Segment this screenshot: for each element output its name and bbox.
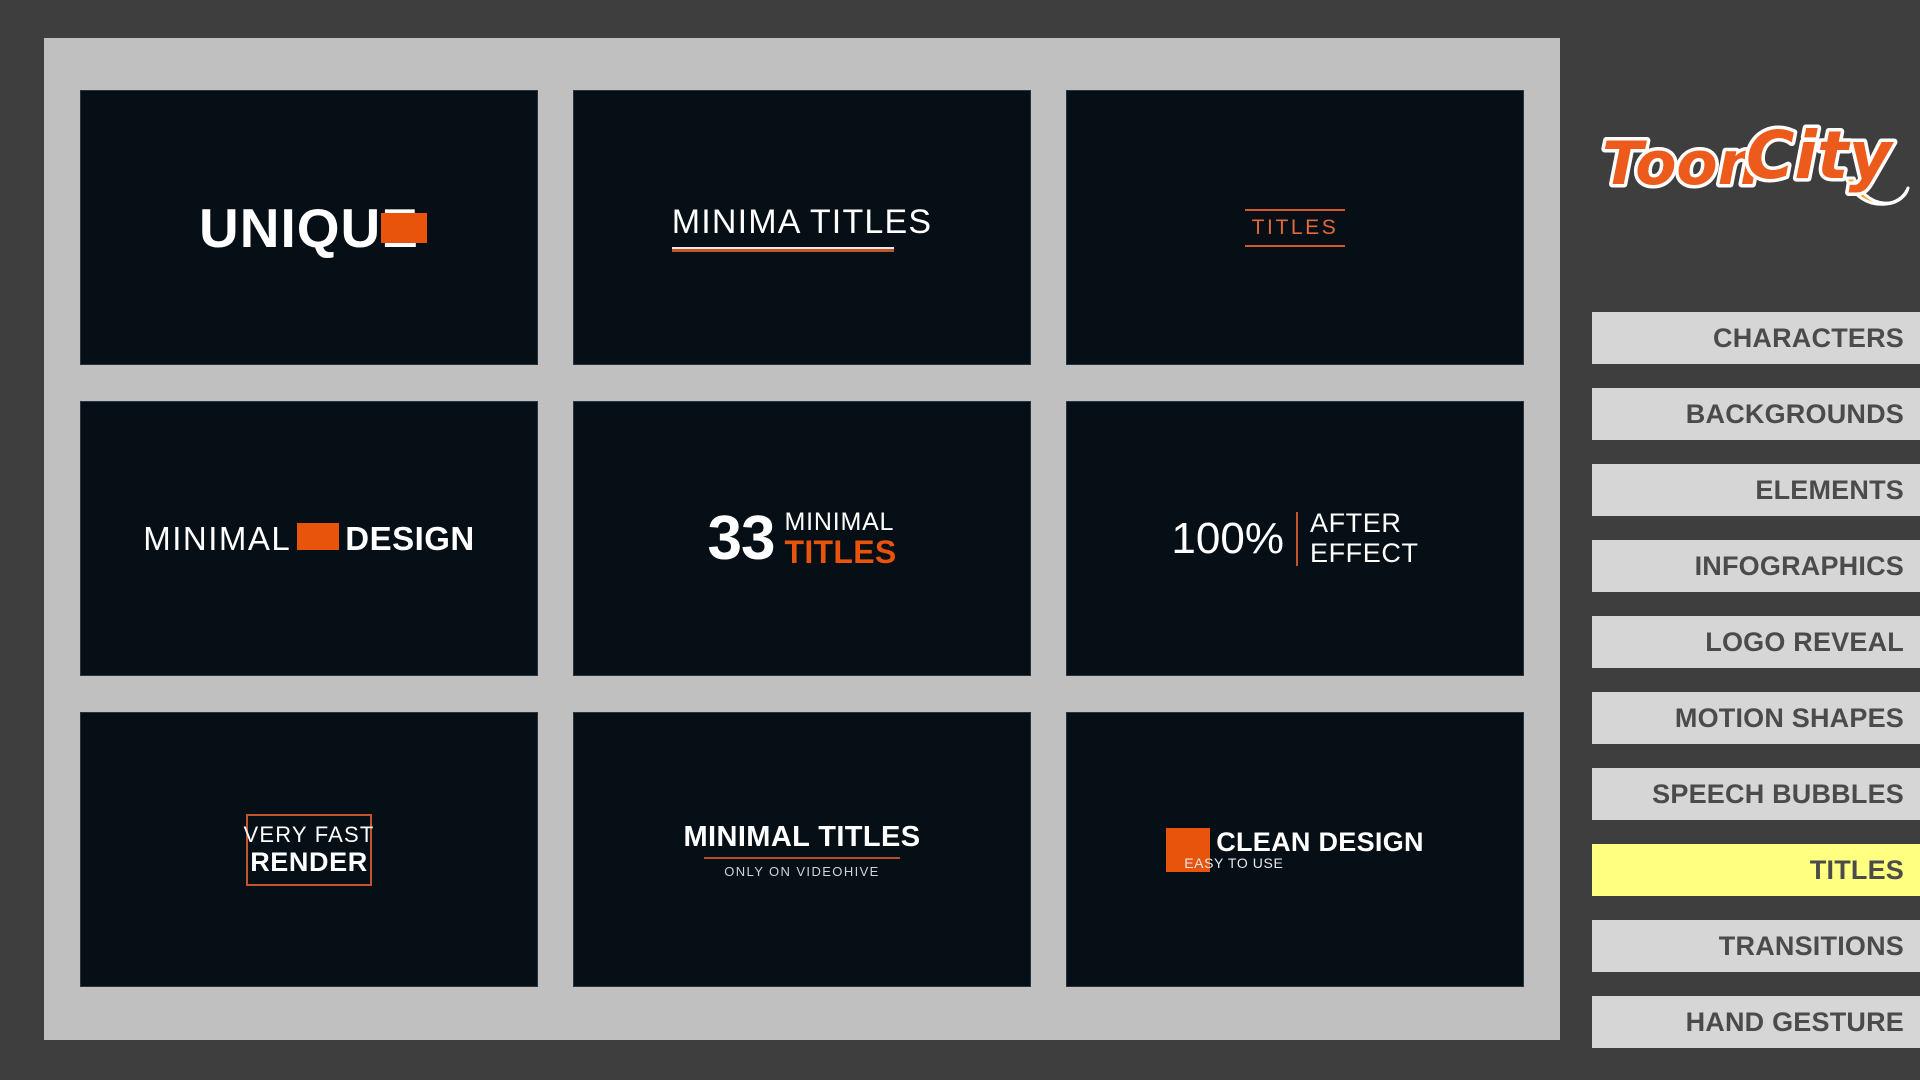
thumbnail-title-bold: DESIGN	[345, 519, 475, 557]
thumbnail-minimal-titles-videohive[interactable]: MINIMAL TITLES ONLY ON VIDEOHIVE	[573, 712, 1031, 987]
menu-item-speech-bubbles[interactable]: SPEECH BUBBLES	[1592, 768, 1920, 820]
thumbnail-subtitle: EASY TO USE	[1184, 854, 1284, 871]
thumbnail-titles[interactable]: TITLES	[1066, 90, 1524, 365]
menu-item-motion-shapes[interactable]: MOTION SHAPES	[1592, 692, 1920, 744]
menu-item-characters[interactable]: CHARACTERS	[1592, 312, 1920, 364]
thumbnail-title: CLEAN DESIGN	[1216, 826, 1424, 857]
thumbnail-grid: UNIQUE MINIMA TITLES TITLES MINIMAL DESI…	[80, 90, 1524, 988]
menu-item-label: TITLES	[1809, 854, 1904, 885]
menu-item-label: HAND GESTURE	[1685, 1006, 1904, 1037]
thumbnail-title: RENDER	[250, 846, 368, 877]
tooncity-logo: Toon City	[1592, 112, 1920, 232]
thumbnail-title: MINIMA TITLES	[671, 203, 933, 241]
thumbnail-minimal-design[interactable]: MINIMAL DESIGN	[80, 401, 538, 676]
thumbnail-subtitle: VERY FAST	[243, 821, 375, 847]
thumbnail-title-thin: MINIMAL	[143, 519, 292, 557]
orange-outline-box: VERY FAST RENDER	[243, 813, 373, 886]
category-menu: CHARACTERS BACKGROUNDS ELEMENTS INFOGRAP…	[1592, 312, 1920, 1072]
thumbnail-title-line-1: AFTER	[1309, 508, 1402, 539]
thumbnail-number: 33	[707, 503, 776, 573]
thumbnail-minima-titles[interactable]: MINIMA TITLES	[573, 90, 1031, 365]
thumbnail-unique[interactable]: UNIQUE	[80, 90, 538, 365]
thumbnail-100-after-effect[interactable]: 100% AFTER EFFECT	[1066, 401, 1524, 676]
menu-item-label: SPEECH BUBBLES	[1652, 778, 1904, 809]
menu-item-label: BACKGROUNDS	[1685, 398, 1904, 429]
menu-item-hand-gesture[interactable]: HAND GESTURE	[1592, 996, 1920, 1048]
right-rail: Toon City CHARACTERS BACKGROUNDS ELEMENT…	[1592, 0, 1920, 1080]
gallery-panel: UNIQUE MINIMA TITLES TITLES MINIMAL DESI…	[44, 38, 1560, 1040]
tooncity-logo-icon: Toon City	[1599, 114, 1910, 206]
app-root: UNIQUE MINIMA TITLES TITLES MINIMAL DESI…	[0, 0, 1920, 1080]
svg-text:Toon: Toon	[1602, 129, 1760, 199]
orange-rule-bottom	[1245, 244, 1345, 247]
thumbnail-very-fast-render[interactable]: VERY FAST RENDER	[80, 712, 538, 987]
thumbnail-number: 100%	[1171, 513, 1284, 563]
orange-rule	[671, 249, 894, 252]
menu-item-infographics[interactable]: INFOGRAPHICS	[1592, 540, 1920, 592]
menu-item-label: ELEMENTS	[1755, 474, 1904, 505]
menu-item-logo-reveal[interactable]: LOGO REVEAL	[1592, 616, 1920, 668]
thumbnail-subtitle: ONLY ON VIDEOHIVE	[724, 863, 880, 879]
menu-item-transitions[interactable]: TRANSITIONS	[1592, 920, 1920, 972]
orange-rule	[704, 856, 900, 859]
orange-block-accent	[380, 212, 427, 243]
menu-item-label: LOGO REVEAL	[1705, 626, 1904, 657]
thumbnail-title: TITLES	[784, 533, 897, 570]
menu-item-elements[interactable]: ELEMENTS	[1592, 464, 1920, 516]
thumbnail-title: TITLES	[1251, 215, 1339, 239]
orange-block-accent	[297, 523, 340, 550]
thumbnail-title-line-2: EFFECT	[1309, 537, 1419, 568]
thumbnail-title: MINIMAL TITLES	[683, 820, 921, 853]
orange-divider	[1295, 511, 1298, 566]
menu-item-backgrounds[interactable]: BACKGROUNDS	[1592, 388, 1920, 440]
menu-item-label: INFOGRAPHICS	[1694, 550, 1904, 581]
menu-item-label: MOTION SHAPES	[1674, 702, 1904, 733]
menu-item-label: CHARACTERS	[1713, 322, 1904, 353]
thumbnail-subtitle: MINIMAL	[784, 508, 895, 537]
thumbnail-33-minimal-titles[interactable]: 33 MINIMAL TITLES	[573, 401, 1031, 676]
thumbnail-clean-design[interactable]: CLEAN DESIGN EASY TO USE	[1066, 712, 1524, 987]
menu-item-titles[interactable]: TITLES	[1592, 844, 1920, 896]
svg-text:City: City	[1746, 117, 1895, 194]
menu-item-label: TRANSITIONS	[1718, 930, 1904, 961]
